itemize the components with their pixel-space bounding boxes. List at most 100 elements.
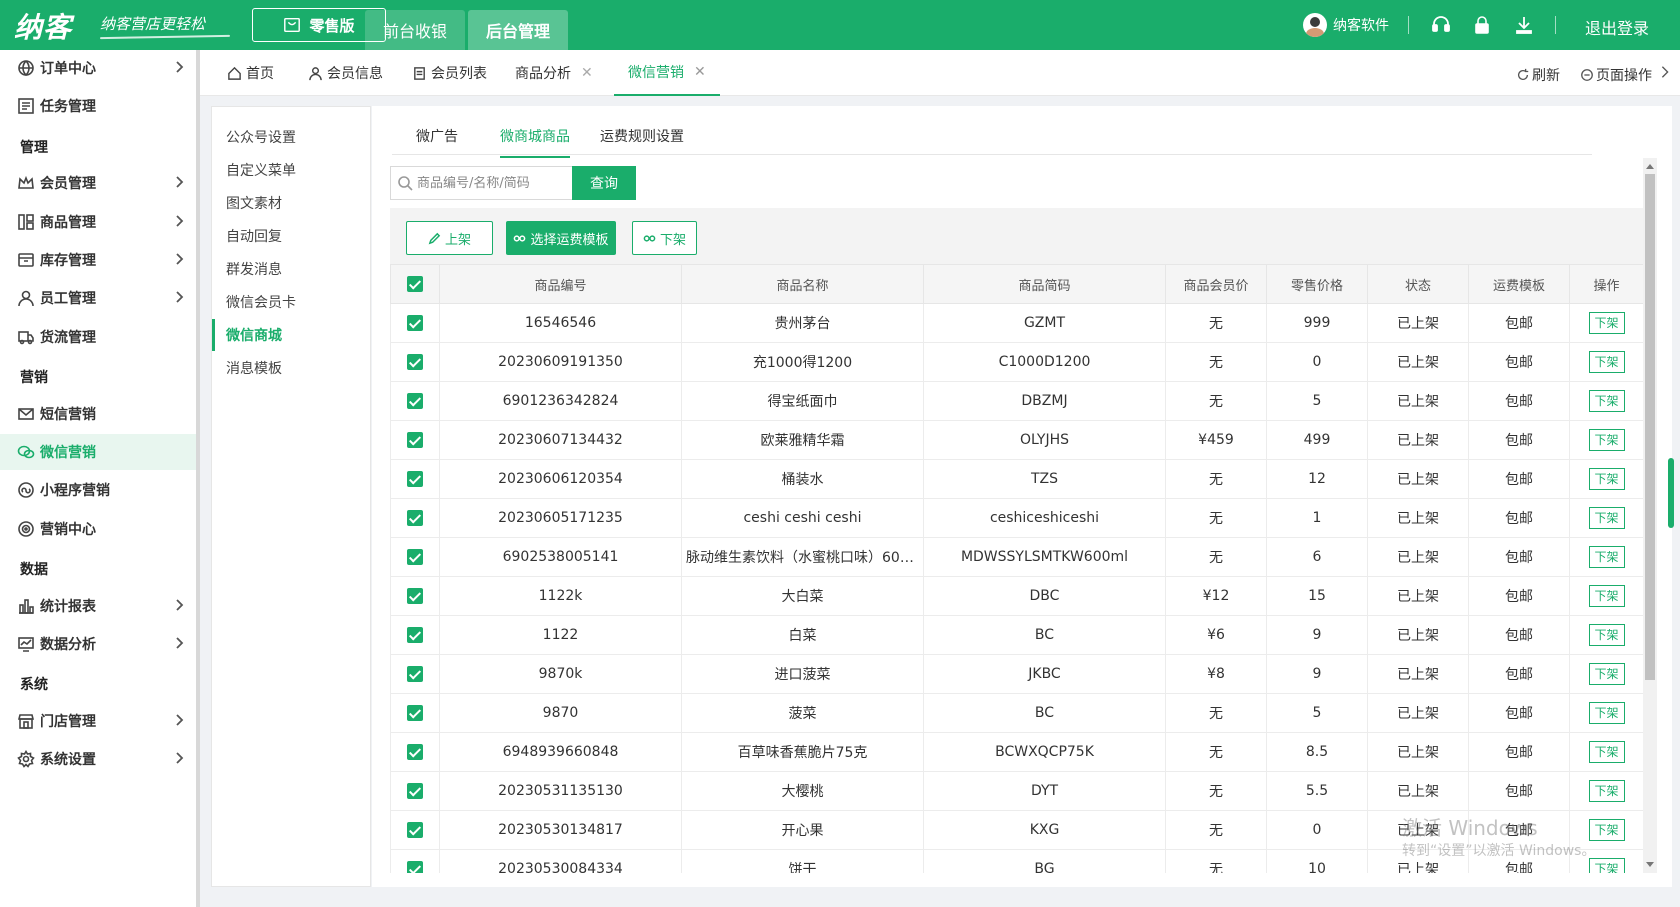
- sidebar-item[interactable]: 会员管理: [0, 165, 196, 201]
- submenu-item[interactable]: 公众号设置: [212, 121, 370, 153]
- row-checkbox[interactable]: [390, 498, 440, 538]
- sidebar-item[interactable]: 数据分析: [0, 626, 196, 662]
- page-scroll-indicator[interactable]: [1668, 458, 1674, 528]
- topnav-front-cashier[interactable]: 前台收银: [365, 10, 465, 50]
- sidebar-item[interactable]: 库存管理: [0, 242, 196, 278]
- sidebar-item[interactable]: 任务管理: [0, 88, 196, 124]
- submenu-item[interactable]: 自动回复: [212, 220, 370, 252]
- sidebar-item[interactable]: 商品管理: [0, 204, 196, 240]
- row-checkbox[interactable]: [390, 849, 440, 873]
- submenu-item[interactable]: 图文素材: [212, 187, 370, 219]
- submenu-item[interactable]: 群发消息: [212, 253, 370, 285]
- table-row[interactable]: 20230606120354 桶装水 TZS 无 12 已上架 包邮 下架: [390, 459, 1643, 499]
- row-off-shelf-button[interactable]: 下架: [1588, 351, 1625, 373]
- panel-tab-shipping-rules[interactable]: 运费规则设置: [600, 126, 684, 156]
- table-cell: 桶装水: [681, 459, 924, 499]
- row-checkbox[interactable]: [390, 615, 440, 655]
- row-checkbox[interactable]: [390, 303, 440, 343]
- submenu-item[interactable]: 自定义菜单: [212, 154, 370, 186]
- row-off-shelf-button[interactable]: 下架: [1588, 507, 1625, 529]
- table-row[interactable]: 9870 菠菜 BC 无 5 已上架 包邮 下架: [390, 693, 1643, 733]
- row-checkbox[interactable]: [390, 459, 440, 499]
- row-checkbox[interactable]: [390, 420, 440, 460]
- submenu-item[interactable]: 微信会员卡: [212, 286, 370, 318]
- choose-template-button[interactable]: 选择运费模板: [506, 221, 616, 255]
- row-checkbox[interactable]: [390, 654, 440, 694]
- row-off-shelf-button[interactable]: 下架: [1588, 741, 1625, 763]
- row-off-shelf-button[interactable]: 下架: [1588, 663, 1625, 685]
- submenu-item[interactable]: 微信商城: [212, 319, 370, 351]
- row-checkbox[interactable]: [390, 576, 440, 616]
- off-shelf-button[interactable]: 下架: [632, 221, 697, 255]
- table-row[interactable]: 20230531135130 大樱桃 DYT 无 5.5 已上架 包邮 下架: [390, 771, 1643, 811]
- row-off-shelf-button[interactable]: 下架: [1588, 390, 1625, 412]
- on-shelf-button[interactable]: 上架: [406, 221, 493, 255]
- sidebar-item[interactable]: 营销中心: [0, 511, 196, 547]
- tab-product-analysis[interactable]: 商品分析 ✕: [515, 50, 593, 96]
- row-checkbox[interactable]: [390, 771, 440, 811]
- table-cell: 0: [1266, 342, 1368, 382]
- search-input[interactable]: [417, 175, 567, 191]
- table-cell: 大白菜: [681, 576, 924, 616]
- table-row[interactable]: 6948939660848 百草味香蕉脆片75克 BCWXQCP75K 无 8.5 已上架…: [390, 732, 1643, 772]
- row-checkbox[interactable]: [390, 732, 440, 772]
- row-checkbox[interactable]: [390, 342, 440, 382]
- select-all-checkbox[interactable]: [390, 264, 440, 304]
- row-off-shelf-button[interactable]: 下架: [1588, 312, 1625, 334]
- user-menu[interactable]: 纳客软件: [1303, 13, 1389, 37]
- table-row[interactable]: 1122k 大白菜 DBC ¥12 15 已上架 包邮 下架: [390, 576, 1643, 616]
- tab-wechat-marketing[interactable]: 微信营销 ✕: [614, 50, 720, 96]
- page-ops-button[interactable]: 页面操作: [1580, 65, 1652, 85]
- sidebar-item[interactable]: 微信营销: [0, 434, 196, 470]
- table-row[interactable]: 20230607134432 欧莱雅精华霜 OLYJHS ¥459 499 已上架 包邮 下架: [390, 420, 1643, 460]
- row-off-shelf-button[interactable]: 下架: [1588, 429, 1625, 451]
- table-row[interactable]: 6902538005141 脉动维生素饮料（水蜜桃口味）600ml MDWSSYLS…: [390, 537, 1643, 577]
- row-off-shelf-button[interactable]: 下架: [1588, 585, 1625, 607]
- tab-home[interactable]: 首页: [227, 50, 274, 96]
- row-off-shelf-button[interactable]: 下架: [1588, 468, 1625, 490]
- lock-icon[interactable]: [1471, 14, 1493, 36]
- row-checkbox[interactable]: [390, 537, 440, 577]
- topnav-backend[interactable]: 后台管理: [468, 10, 568, 50]
- download-icon[interactable]: [1513, 14, 1535, 36]
- sidebar-item[interactable]: 订单中心: [0, 50, 196, 86]
- tab-member-info[interactable]: 会员信息: [308, 50, 383, 96]
- table-row[interactable]: 6901236342824 得宝纸面巾 DBZMJ 无 5 已上架 包邮 下架: [390, 381, 1643, 421]
- sidebar-item[interactable]: 统计报表: [0, 588, 196, 624]
- tab-member-list[interactable]: 会员列表: [412, 50, 487, 96]
- scroll-down-icon[interactable]: [1646, 862, 1654, 867]
- row-off-shelf-button[interactable]: 下架: [1588, 858, 1625, 873]
- sidebar-item[interactable]: 小程序营销: [0, 472, 196, 508]
- submenu-item[interactable]: 消息模板: [212, 352, 370, 384]
- chevron-right-icon[interactable]: [1658, 65, 1672, 79]
- headset-icon[interactable]: [1430, 14, 1452, 36]
- table-row[interactable]: 16546546 贵州茅台 GZMT 无 999 已上架 包邮 下架: [390, 303, 1643, 343]
- scroll-thumb[interactable]: [1645, 174, 1655, 680]
- sidebar-item[interactable]: 短信营销: [0, 396, 196, 432]
- table-row[interactable]: 20230609191350 充1000得1200 C1000D1200 无 0 已上架包…: [390, 342, 1643, 382]
- row-off-shelf-button[interactable]: 下架: [1588, 780, 1625, 802]
- table-row[interactable]: 20230605171235 ceshi ceshi ceshi ceshicesh…: [390, 498, 1643, 538]
- table-row[interactable]: 9870k 进口菠菜 JKBC ¥8 9 已上架 包邮 下架: [390, 654, 1643, 694]
- scroll-up-icon[interactable]: [1646, 164, 1654, 169]
- row-checkbox[interactable]: [390, 381, 440, 421]
- sidebar-item[interactable]: 货流管理: [0, 319, 196, 355]
- sidebar-item[interactable]: 系统设置: [0, 741, 196, 777]
- row-off-shelf-button[interactable]: 下架: [1588, 819, 1625, 841]
- row-off-shelf-button[interactable]: 下架: [1588, 624, 1625, 646]
- query-button[interactable]: 查询: [572, 166, 636, 200]
- table-row[interactable]: 1122 白菜 BC ¥6 9 已上架 包邮 下架: [390, 615, 1643, 655]
- row-off-shelf-button[interactable]: 下架: [1588, 546, 1625, 568]
- sidebar-item[interactable]: 员工管理: [0, 280, 196, 316]
- row-off-shelf-button[interactable]: 下架: [1588, 702, 1625, 724]
- grid-scrollbar[interactable]: [1643, 158, 1657, 873]
- close-icon[interactable]: ✕: [694, 64, 706, 80]
- row-checkbox[interactable]: [390, 810, 440, 850]
- panel-tab-micro-ads[interactable]: 微广告: [416, 126, 458, 156]
- refresh-button[interactable]: 刷新: [1516, 65, 1560, 85]
- row-checkbox[interactable]: [390, 693, 440, 733]
- close-icon[interactable]: ✕: [581, 65, 593, 81]
- search-box[interactable]: [390, 166, 572, 200]
- logout-button[interactable]: 退出登录: [1585, 15, 1649, 39]
- sidebar-item[interactable]: 门店管理: [0, 703, 196, 739]
